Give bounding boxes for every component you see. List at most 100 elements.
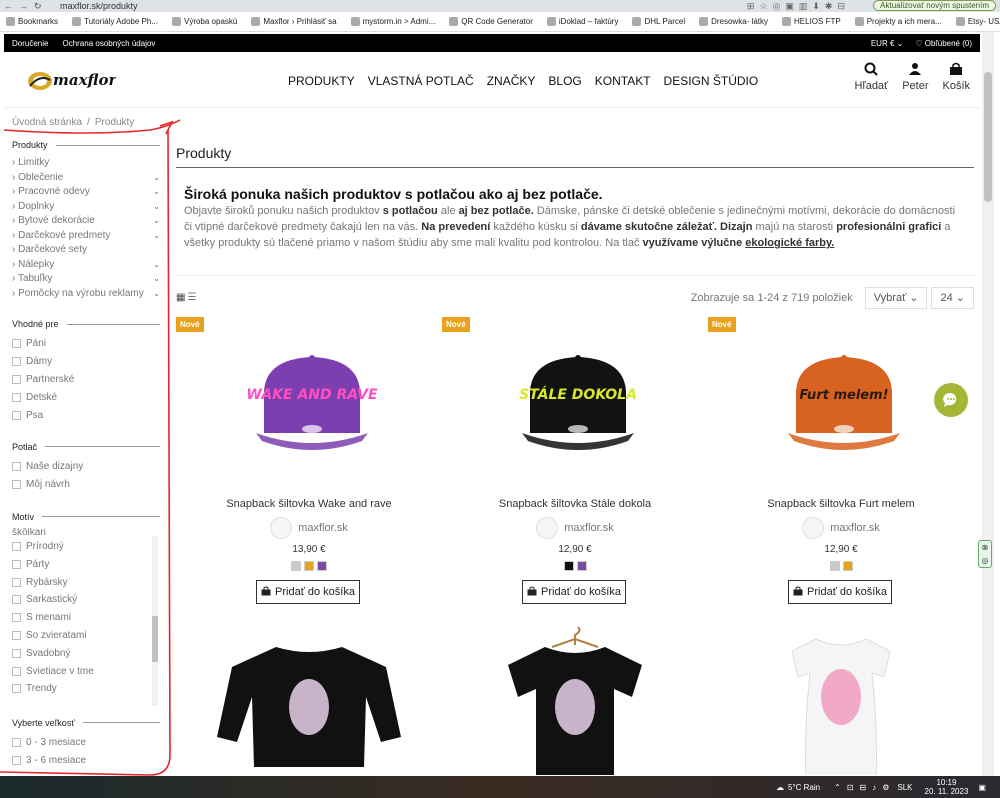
nav-vlastna-potlac[interactable]: VLASTNÁ POTLAČ: [368, 74, 474, 88]
product-card[interactable]: [176, 617, 442, 775]
category-item[interactable]: › Darčekové predmety ⌄: [12, 229, 160, 244]
product-card[interactable]: [442, 617, 708, 775]
bookmark-item[interactable]: Maxflor › Prihlásiť sa: [251, 17, 337, 26]
filter-size-item[interactable]: 0 - 3 mesiace: [12, 734, 160, 752]
checkbox[interactable]: [12, 737, 21, 747]
bookmark-item[interactable]: iDoklad – faktúry: [546, 17, 618, 26]
filter-motiv-item[interactable]: S menami: [12, 609, 160, 627]
chat-button[interactable]: [934, 383, 968, 417]
color-swatch[interactable]: [304, 561, 314, 571]
update-button[interactable]: Aktualizovať novým spustením: [873, 0, 996, 11]
address-bar[interactable]: maxflor.sk/produkty: [60, 1, 1000, 11]
filter-potlac-item[interactable]: Naše dizajny: [12, 458, 160, 476]
bookmark-item[interactable]: DHL Parcel: [632, 17, 685, 26]
color-swatch[interactable]: [563, 561, 574, 571]
vendor[interactable]: maxflor.sk: [708, 517, 974, 539]
checkbox[interactable]: [12, 595, 21, 605]
chevron-down-icon[interactable]: ⌄: [153, 185, 160, 200]
checkbox[interactable]: [12, 480, 21, 490]
checkbox[interactable]: [12, 648, 21, 658]
category-item[interactable]: › Pomôcky na výrobu reklamy ⌄: [12, 287, 160, 302]
delivery-link[interactable]: Doručenie: [12, 39, 48, 48]
bookmark-item[interactable]: Bookmarks: [6, 17, 58, 26]
product-card[interactable]: [708, 617, 974, 775]
nav-blog[interactable]: BLOG: [548, 74, 581, 88]
add-to-cart-button[interactable]: Pridať do košíka: [788, 580, 892, 604]
color-swatch[interactable]: [291, 561, 301, 571]
filter-size-item[interactable]: 3 - 6 mesiace: [12, 751, 160, 768]
category-item[interactable]: › Tabuľky ⌄: [12, 272, 160, 287]
nav-design-studio[interactable]: DESIGN ŠTÚDIO: [664, 74, 759, 88]
chevron-down-icon[interactable]: ⌄: [153, 287, 160, 302]
filter-vhodne-item[interactable]: Páni: [12, 335, 160, 353]
language-indicator[interactable]: SLK: [897, 783, 912, 792]
side-widget[interactable]: ⊗ ◎: [978, 540, 992, 568]
nav-kontakt[interactable]: KONTAKT: [595, 74, 651, 88]
filter-vhodne-item[interactable]: Detské: [12, 388, 160, 406]
chevron-down-icon[interactable]: ⌄: [153, 272, 160, 287]
filter-motiv-item[interactable]: Svadobný: [12, 644, 160, 662]
bookmark-item[interactable]: Etsy- USA predaj ha...: [955, 17, 1000, 26]
category-item[interactable]: › Oblečenie ⌄: [12, 171, 160, 186]
chevron-down-icon[interactable]: ⌄: [153, 171, 160, 186]
chevron-down-icon[interactable]: ⌄: [153, 214, 160, 229]
category-item[interactable]: › Darčekové sety: [12, 243, 160, 258]
checkbox[interactable]: [12, 392, 21, 402]
product-image[interactable]: Furt melem!: [774, 341, 914, 461]
sort-select[interactable]: Vybrať ⌄: [864, 286, 928, 309]
filter-vhodne-item[interactable]: Partnerské: [12, 371, 160, 389]
product-card[interactable]: Nové Furt melem! Snapback šiltovka Furt me…: [708, 317, 974, 617]
extension-icons[interactable]: ⊞☆◎▣▥⬇✱⊟: [747, 1, 850, 12]
browser-nav-icons[interactable]: ←→↻: [0, 1, 60, 12]
category-item[interactable]: › Nálepky ⌄: [12, 258, 160, 273]
checkbox[interactable]: [12, 559, 21, 569]
checkbox[interactable]: [12, 577, 21, 587]
product-image[interactable]: [176, 617, 442, 775]
color-swatch[interactable]: [842, 561, 853, 571]
tray-icons[interactable]: ⌃⊡⊟♪⚙: [834, 783, 895, 792]
page-scrollbar[interactable]: [982, 32, 994, 776]
favorites-link[interactable]: ♡ Obľúbené (0): [915, 39, 972, 48]
checkbox[interactable]: [12, 613, 21, 623]
bookmark-item[interactable]: Dresowka- látky: [699, 17, 768, 26]
product-card[interactable]: Nové WAKE AND RAVE Snapback šiltovka Wake …: [176, 317, 442, 617]
checkbox[interactable]: [12, 630, 21, 640]
checkbox[interactable]: [12, 357, 21, 367]
checkbox[interactable]: [12, 462, 21, 472]
nav-znacky[interactable]: ZNAČKY: [487, 74, 536, 88]
bookmark-item[interactable]: Projekty a ich mera...: [854, 17, 942, 26]
filter-vhodne-item[interactable]: Psa: [12, 406, 160, 424]
clock[interactable]: 10:19 20. 11. 2023: [925, 778, 969, 796]
account-button[interactable]: Peter: [902, 62, 928, 92]
product-card[interactable]: Nové STÁLE DOKOLA Snapback šiltovka Stále …: [442, 317, 708, 617]
color-swatch[interactable]: [829, 561, 840, 571]
product-name[interactable]: Snapback šiltovka Furt melem: [708, 498, 974, 510]
checkbox[interactable]: [12, 339, 21, 349]
filter-motiv-item[interactable]: Sarkastický: [12, 591, 160, 609]
filter-motiv-item[interactable]: Prírodný: [12, 538, 160, 556]
bookmark-item[interactable]: mystorm.in > Admi...: [350, 17, 435, 26]
cart-button[interactable]: Košík: [942, 62, 970, 92]
bookmark-item[interactable]: Tutoriály Adobe Ph...: [72, 17, 158, 26]
maxflor-logo[interactable]: maxflor: [26, 66, 116, 94]
search-button[interactable]: Hľadať: [855, 62, 888, 92]
category-item[interactable]: › Bytové dekorácie ⌄: [12, 214, 160, 229]
checkbox[interactable]: [12, 666, 21, 676]
filter-motiv-item[interactable]: Trendy: [12, 680, 160, 698]
vendor[interactable]: maxflor.sk: [442, 517, 708, 539]
checkbox[interactable]: [12, 410, 21, 420]
weather-widget[interactable]: ☁ 5°C Rain: [776, 783, 820, 792]
add-to-cart-button[interactable]: Pridať do košíka: [256, 580, 360, 604]
filter-motiv-item[interactable]: Svietiace v tme: [12, 662, 160, 680]
view-toggle[interactable]: ▦☰: [176, 292, 198, 303]
color-swatch[interactable]: [317, 561, 327, 571]
notification-icon[interactable]: ▣: [978, 783, 986, 792]
category-item[interactable]: › Pracovné odevy ⌄: [12, 185, 160, 200]
vendor[interactable]: maxflor.sk: [176, 517, 442, 539]
nav-produkty[interactable]: PRODUKTY: [288, 74, 355, 88]
checkbox[interactable]: [12, 755, 21, 765]
currency-selector[interactable]: EUR € ⌄: [871, 39, 904, 48]
breadcrumb-home[interactable]: Úvodná stránka: [12, 117, 82, 128]
grid-view-icon[interactable]: ▦: [176, 292, 187, 303]
product-name[interactable]: Snapback šiltovka Stále dokola: [442, 498, 708, 510]
